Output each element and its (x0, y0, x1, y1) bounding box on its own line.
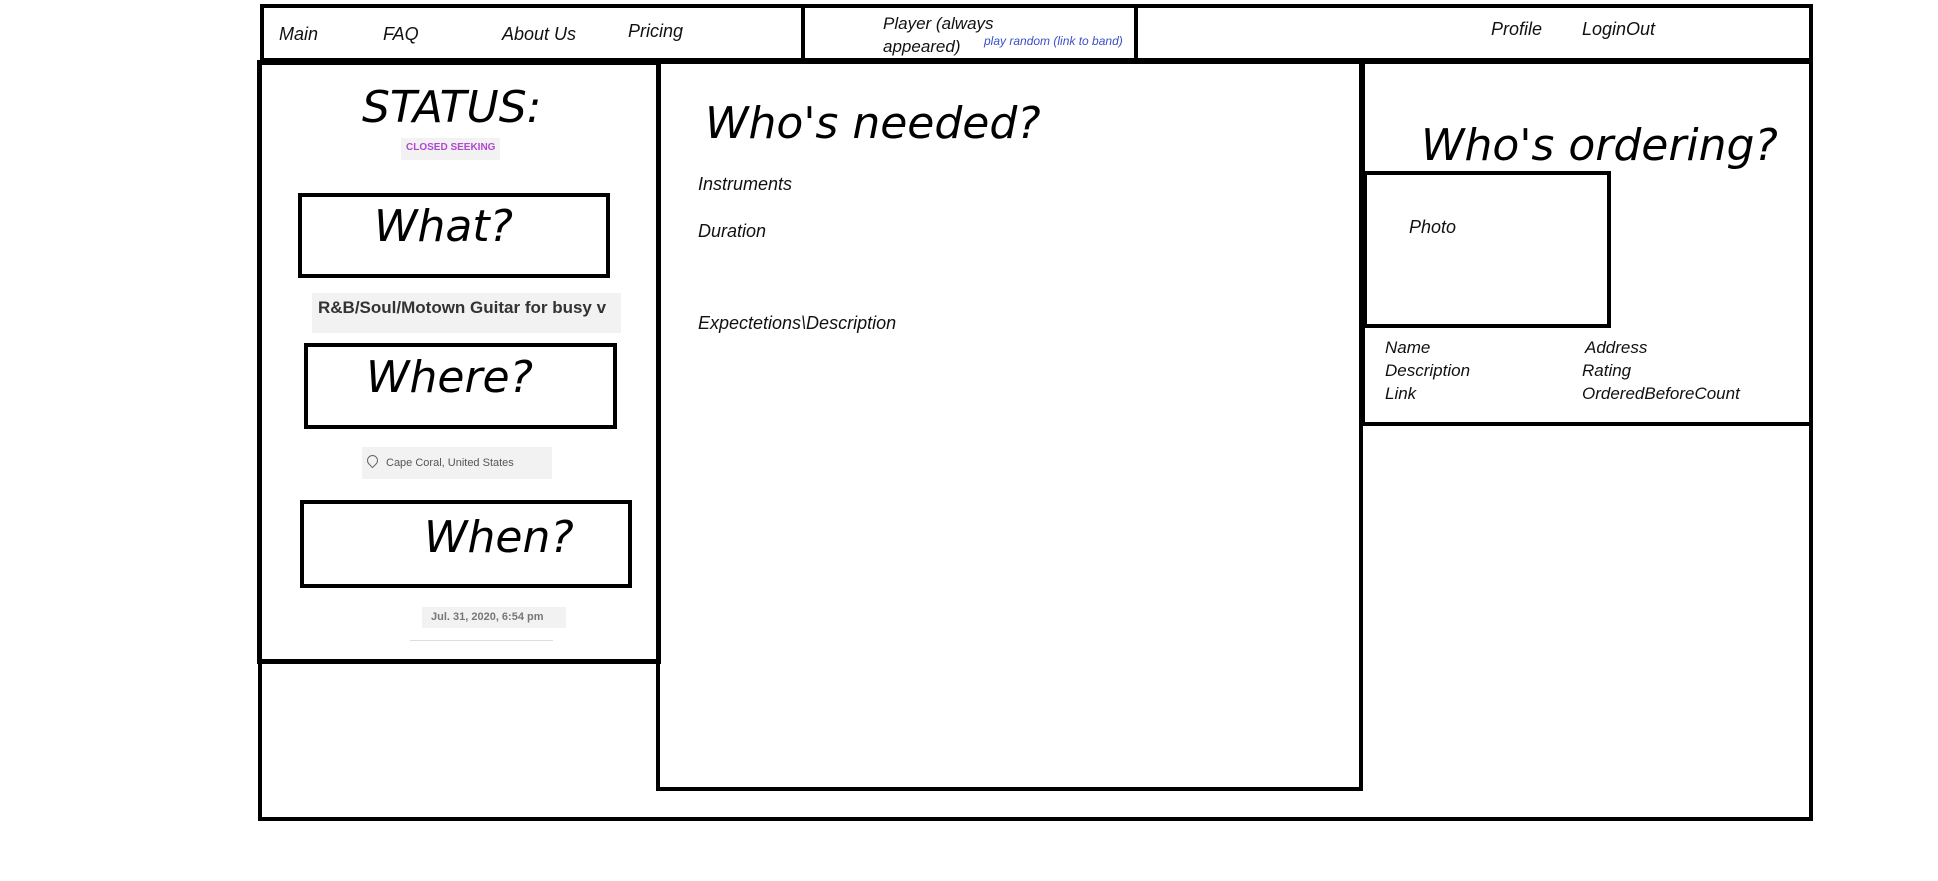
description-label-right: Description (1385, 361, 1471, 380)
when-heading: When? (424, 512, 574, 563)
photo-label: Photo (1409, 217, 1457, 237)
rating-label: Rating (1582, 361, 1632, 380)
link-label[interactable]: Link (1385, 384, 1416, 404)
when-value-text: Jul. 31, 2020, 6:54 pm (431, 611, 544, 623)
where-value: Cape Coral, United States (362, 447, 552, 479)
nav-main-link[interactable]: Main (279, 24, 318, 45)
right-heading: Who's ordering? (1421, 120, 1778, 171)
nav-profile-link[interactable]: Profile (1491, 19, 1542, 40)
address-label: Address (1585, 338, 1648, 357)
nav-bar-right (1134, 4, 1813, 62)
status-badge-text: CLOSED SEEKING (406, 142, 496, 153)
where-value-text: Cape Coral, United States (386, 457, 514, 469)
ordered-before-label: OrderedBeforeCount (1582, 384, 1740, 403)
what-value-text: R&B/Soul/Motown Guitar for busy v (318, 298, 607, 317)
photo-box (1363, 171, 1611, 328)
nav-faq-link[interactable]: FAQ (383, 24, 419, 45)
instruments-label: Instruments (698, 174, 793, 194)
center-heading: Who's needed? (705, 98, 1041, 149)
duration-label: Duration (698, 221, 767, 241)
what-value: R&B/Soul/Motown Guitar for busy v (312, 293, 621, 333)
where-heading: Where? (366, 352, 533, 403)
name-label: Name (1385, 338, 1431, 357)
status-heading: STATUS: (362, 82, 542, 133)
player-label-line1: Player (always (883, 14, 994, 33)
nav-about-link[interactable]: About Us (502, 24, 576, 45)
when-value: Jul. 31, 2020, 6:54 pm (422, 607, 566, 628)
when-divider (410, 640, 553, 641)
player-label-line2: appeared) (883, 37, 961, 56)
play-random-link[interactable]: play random (link to band) (984, 34, 1123, 48)
description-label: Expectetions\Description (698, 313, 897, 333)
status-badge: CLOSED SEEKING (401, 138, 500, 160)
player-widget[interactable]: Player (always appeared) play random (li… (883, 14, 1133, 58)
what-heading: What? (374, 201, 513, 252)
nav-login-link[interactable]: LoginOut (1582, 19, 1655, 40)
center-panel (656, 60, 1363, 791)
location-pin-icon (364, 452, 381, 469)
nav-pricing-link[interactable]: Pricing (628, 21, 683, 42)
